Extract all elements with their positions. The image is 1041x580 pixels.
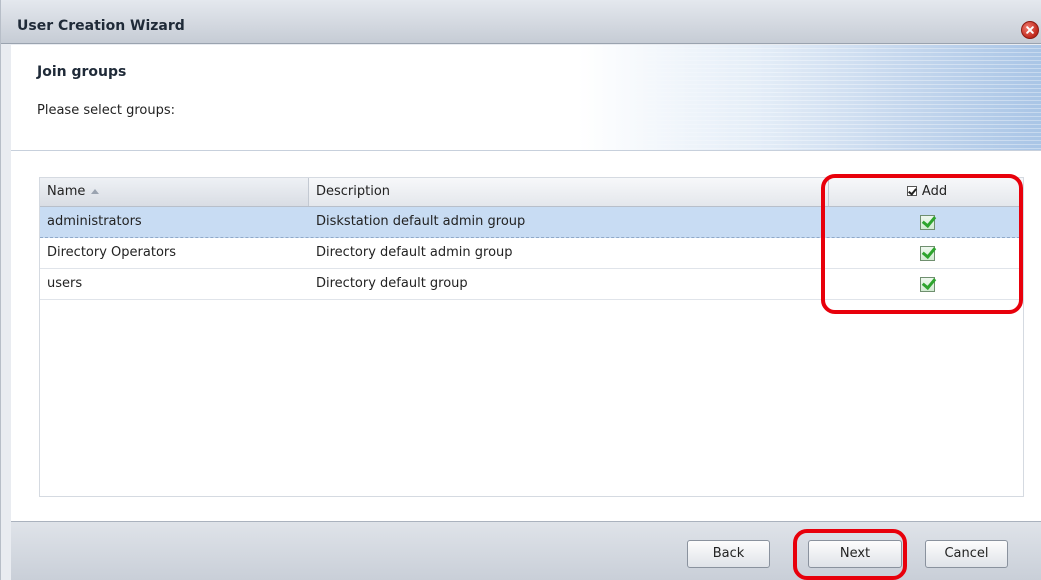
add-checkbox-checked-icon[interactable] xyxy=(920,246,935,261)
back-button[interactable]: Back xyxy=(687,540,770,568)
row-group-name: Directory Operators xyxy=(47,245,177,260)
column-header-name-label: Name xyxy=(47,184,86,199)
wizard-content: Name Description Add administrators Disk… xyxy=(11,151,1041,521)
row-group-name: administrators xyxy=(47,214,142,229)
wizard-footer: Back Next Cancel xyxy=(11,521,1041,580)
header-decoration xyxy=(582,45,1041,150)
step-title: Join groups xyxy=(37,64,127,80)
select-all-checkbox-icon[interactable] xyxy=(906,186,917,196)
window-title: User Creation Wizard xyxy=(17,18,185,34)
wizard-step-header: Join groups Please select groups: xyxy=(11,45,1041,151)
groups-grid: Name Description Add administrators Disk… xyxy=(39,177,1024,497)
sort-ascending-icon xyxy=(91,189,100,194)
close-icon[interactable] xyxy=(1021,21,1039,39)
table-row[interactable]: Directory Operators Directory default ad… xyxy=(40,238,1023,269)
title-bar[interactable]: User Creation Wizard xyxy=(1,0,1041,44)
column-header-description-label: Description xyxy=(316,184,391,199)
row-group-description: Diskstation default admin group xyxy=(316,214,526,229)
cancel-button[interactable]: Cancel xyxy=(925,540,1008,568)
row-group-description: Directory default group xyxy=(316,276,468,291)
column-header-add[interactable]: Add xyxy=(829,178,1023,206)
table-row[interactable]: administrators Diskstation default admin… xyxy=(40,207,1023,238)
add-checkbox-checked-icon[interactable] xyxy=(920,215,935,230)
row-group-description: Directory default admin group xyxy=(316,245,513,260)
next-button[interactable]: Next xyxy=(808,540,902,568)
table-row[interactable]: users Directory default group xyxy=(40,269,1023,300)
row-add-cell xyxy=(829,207,1023,237)
column-header-description[interactable]: Description xyxy=(309,178,829,206)
column-header-add-label: Add xyxy=(921,184,948,199)
row-add-cell xyxy=(829,238,1023,268)
user-creation-wizard-window: User Creation Wizard Join groups Please … xyxy=(0,0,1041,580)
row-group-name: users xyxy=(47,276,83,291)
add-checkbox-checked-icon[interactable] xyxy=(920,277,935,292)
grid-header: Name Description Add xyxy=(40,178,1023,207)
row-add-cell xyxy=(829,269,1023,299)
step-subtitle: Please select groups: xyxy=(37,103,175,118)
column-header-name[interactable]: Name xyxy=(40,178,309,206)
